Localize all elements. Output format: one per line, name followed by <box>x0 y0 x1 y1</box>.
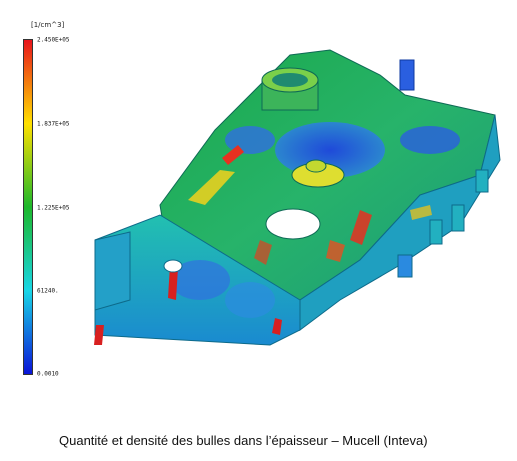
part-density-render <box>94 49 501 346</box>
figure-caption: Quantité et densité des bulles dans l’ép… <box>59 433 428 448</box>
